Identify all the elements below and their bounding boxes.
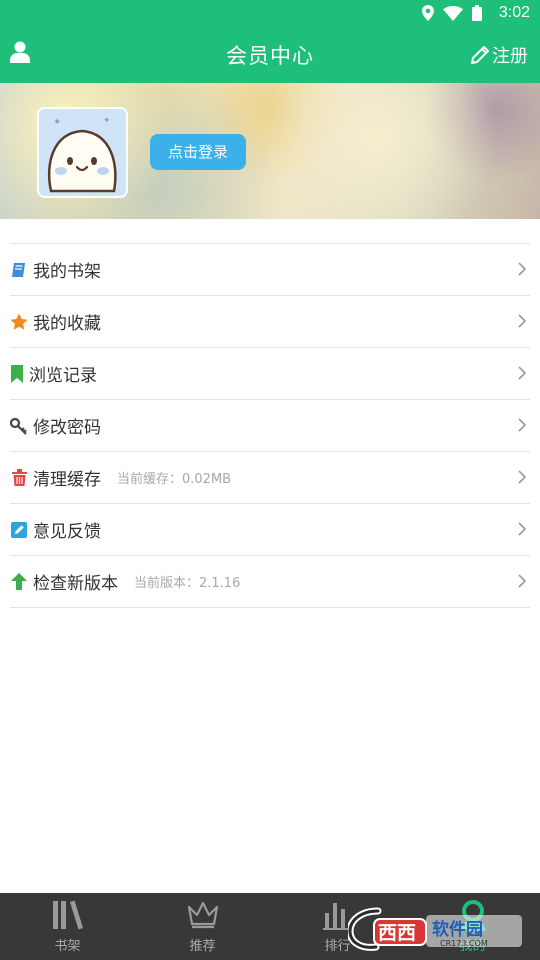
- menu-item-change-password[interactable]: 修改密码: [10, 400, 530, 452]
- menu-list: 我的书架 我的收藏 浏览记录 修改密码 清理缓存 当前缓存：0.02MB 意见反…: [10, 243, 530, 608]
- register-label: 注册: [492, 46, 528, 67]
- cache-size-text: 当前缓存：0.02MB: [117, 472, 232, 487]
- bookshelf-icon: [52, 900, 83, 930]
- tab-recommend[interactable]: 推荐: [135, 893, 270, 960]
- tab-label: 书架: [54, 939, 81, 954]
- edit-icon: [10, 521, 28, 539]
- menu-label: 检查新版本: [33, 574, 118, 594]
- menu-label: 修改密码: [33, 418, 101, 438]
- chevron-right-icon: [518, 366, 526, 380]
- watermark-url: CR173.COM: [440, 939, 488, 948]
- watermark-text: 软件园: [432, 919, 483, 940]
- chevron-right-icon: [518, 522, 526, 536]
- menu-label: 我的收藏: [33, 314, 101, 334]
- register-button[interactable]: 注册: [470, 42, 528, 68]
- status-icons: [422, 5, 482, 21]
- menu-item-history[interactable]: 浏览记录: [10, 348, 530, 400]
- menu-label: 我的书架: [33, 262, 101, 282]
- svg-text:✦: ✦: [103, 116, 111, 126]
- menu-item-clear-cache[interactable]: 清理缓存 当前缓存：0.02MB: [10, 452, 530, 504]
- battery-icon: [472, 5, 482, 21]
- menu-item-favorites[interactable]: 我的收藏: [10, 296, 530, 348]
- menu-label: 浏览记录: [29, 366, 97, 386]
- crown-icon: [187, 901, 218, 929]
- chevron-right-icon: [518, 470, 526, 484]
- menu-label: 意见反馈: [33, 522, 101, 542]
- chevron-right-icon: [518, 418, 526, 432]
- menu-item-bookshelf[interactable]: 我的书架: [10, 244, 530, 296]
- watermark-brand: 西西: [378, 922, 416, 944]
- menu-label: 清理缓存: [33, 470, 101, 490]
- trash-icon: [10, 469, 28, 487]
- chevron-right-icon: [518, 262, 526, 276]
- menu-item-feedback[interactable]: 意见反馈: [10, 504, 530, 556]
- star-icon: [10, 313, 28, 331]
- svg-text:✦: ✦: [53, 117, 61, 128]
- menu-item-check-update[interactable]: 检查新版本 当前版本：2.1.16: [10, 556, 530, 608]
- key-icon: [10, 417, 28, 435]
- login-button[interactable]: 点击登录: [150, 134, 246, 170]
- watermark-logo: 西西 软件园 CR173.COM: [346, 905, 526, 953]
- tab-bookshelf[interactable]: 书架: [0, 893, 135, 960]
- avatar[interactable]: ✦ ✦: [37, 107, 128, 198]
- pencil-icon: [471, 46, 489, 64]
- avatar-face-icon: ✦ ✦: [39, 109, 126, 196]
- status-bar: 3:02: [0, 0, 540, 26]
- page-title: 会员中心: [226, 44, 314, 68]
- watermark-image: 西西 软件园 CR173.COM: [346, 907, 522, 951]
- status-time: 3:02: [498, 4, 530, 21]
- chevron-right-icon: [518, 314, 526, 328]
- tab-label: 推荐: [189, 939, 216, 954]
- chevron-right-icon: [518, 574, 526, 588]
- app-bar: 会员中心 注册: [0, 26, 540, 83]
- location-icon: [422, 5, 434, 21]
- bookmark-icon: [10, 364, 24, 383]
- profile-banner: ✦ ✦ 点击登录: [0, 83, 540, 219]
- version-text: 当前版本：2.1.16: [134, 576, 241, 591]
- wifi-icon: [443, 5, 463, 21]
- arrow-up-icon: [10, 573, 28, 591]
- book-icon: [10, 261, 28, 279]
